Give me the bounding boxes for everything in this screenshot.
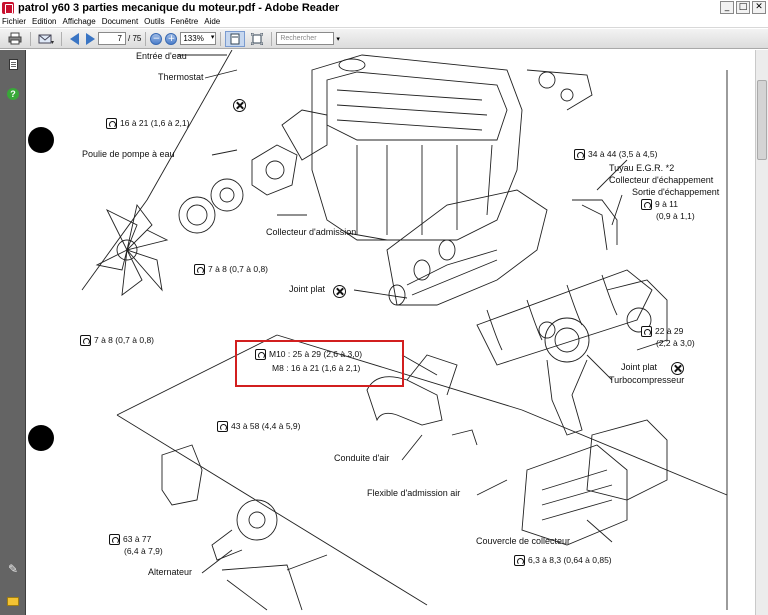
torque-spec: M8 : 16 à 21 (1,6 à 2,1) [272,363,361,373]
torque-spec: M10 : 25 à 29 (2,6 à 3,0) [255,349,362,361]
torque-wrench-icon [106,118,117,130]
vertical-scrollbar[interactable] [755,50,768,615]
label-joint-plat-1: Joint plat [289,284,326,294]
label-sortie-echappement: Sortie d'échappement [632,187,720,197]
search-input[interactable]: Rechercher [276,32,335,45]
email-icon[interactable]: ▾ [35,31,57,47]
attachment-icon[interactable]: ✎ [7,562,19,576]
torque-spec-sub: (6,4 à 7,9) [124,546,163,556]
navigation-pane: ? ✎ [0,50,26,615]
label-alternateur: Alternateur [148,567,193,577]
maximize-button[interactable]: □ [736,1,750,14]
torque-spec: 9 à 11 [641,199,678,211]
torque-wrench-icon [80,335,91,347]
label-tuyau-egr: Tuyau E.G.R. *2 [609,163,675,173]
binder-hole [28,425,54,451]
window-title: patrol y60 3 parties mecanique du moteur… [18,2,340,14]
menu-fenetre[interactable]: Fenêtre [171,17,199,26]
adobe-reader-icon [2,2,14,14]
menu-affichage[interactable]: Affichage [62,17,95,26]
torque-spec: 6,3 à 8,3 (0,64 à 0,85) [514,555,612,567]
window-controls: _ □ ✕ [720,1,766,14]
torque-spec: 7 à 8 (0,7 à 0,8) [80,335,154,347]
single-page-icon[interactable] [225,30,246,47]
menu-bar: Fichier Edition Affichage Document Outil… [0,16,768,28]
binder-hole [28,127,54,153]
torque-spec-sub: (0,9 à 1,1) [656,211,695,221]
pages-icon[interactable] [7,58,19,71]
help-icon[interactable]: ? [7,87,19,100]
toolbar-separator [145,31,147,46]
menu-document[interactable]: Document [102,17,138,26]
menu-outils[interactable]: Outils [144,17,164,26]
search-options-chevron-icon[interactable]: ▾ [336,35,340,43]
page-number-input[interactable]: 7 [98,32,126,45]
close-button[interactable]: ✕ [752,1,766,14]
non-reusable-icon [233,99,246,112]
scrollbar-thumb[interactable] [757,80,767,160]
label-couvercle: Couvercle de collecteur [476,536,571,546]
toolbar-separator [30,31,31,46]
torque-spec: 63 à 77 [109,534,151,546]
svg-text:▾: ▾ [51,39,54,45]
torque-spec: 34 à 44 (3,5 à 4,5) [574,149,657,161]
print-icon[interactable] [4,31,26,47]
zoom-select[interactable]: 133% ▾ [180,32,217,45]
torque-spec: 43 à 58 (4,4 à 5,9) [217,421,300,433]
torque-spec: 7 à 8 (0,7 à 0,8) [194,264,268,276]
toolbar-separator [220,31,222,46]
non-reusable-icon [333,285,346,298]
page-total: / 75 [128,34,142,43]
toolbar-separator [271,31,273,46]
next-page-icon[interactable] [82,31,98,47]
menu-aide[interactable]: Aide [204,17,220,26]
label-thermostat: Thermostat [158,72,204,82]
torque-wrench-icon [109,534,120,546]
torque-spec: 16 à 21 (1,6 à 2,1) [106,118,189,130]
torque-wrench-icon [255,349,266,361]
menu-edition[interactable]: Edition [32,17,56,26]
label-flexible: Flexible d'admission air [367,488,461,498]
label-collecteur-echappement: Collecteur d'échappement [609,175,714,185]
torque-spec-sub: (2,2 à 3,0) [656,338,695,348]
label-turbocompresseur: Turbocompresseur [609,375,685,385]
comments-icon[interactable] [7,595,19,608]
torque-wrench-icon [574,149,585,161]
minimize-button[interactable]: _ [720,1,734,14]
label-collecteur-admission: Collecteur d'admission [266,227,357,237]
torque-wrench-icon [217,421,228,433]
chevron-down-icon: ▾ [210,34,215,41]
label-conduite-air: Conduite d'air [334,453,390,463]
torque-wrench-icon [194,264,205,276]
torque-wrench-icon [514,555,525,567]
toolbar-separator [61,31,62,46]
torque-spec: 22 à 29 [641,326,683,338]
torque-wrench-icon [641,326,652,338]
label-joint-plat-2: Joint plat [621,362,658,372]
label-poulie: Poulie de pompe à eau [82,149,175,159]
title-bar: patrol y60 3 parties mecanique du moteur… [0,0,768,16]
torque-wrench-icon [641,199,652,211]
zoom-value: 133% [183,34,204,43]
document-page[interactable]: Entrée d'eau Thermostat Poulie de pompe … [27,50,755,615]
zoom-in-icon[interactable]: + [165,32,178,45]
non-reusable-icon [671,362,684,375]
label-entree-eau: Entrée d'eau [136,51,187,61]
previous-page-icon[interactable] [66,31,82,47]
menu-fichier[interactable]: Fichier [2,17,26,26]
zoom-out-icon[interactable]: − [150,32,163,45]
toolbar: ▾ 7 / 75 − + 133% ▾ Rechercher ▾ [0,29,768,49]
fit-page-icon[interactable] [247,31,267,47]
